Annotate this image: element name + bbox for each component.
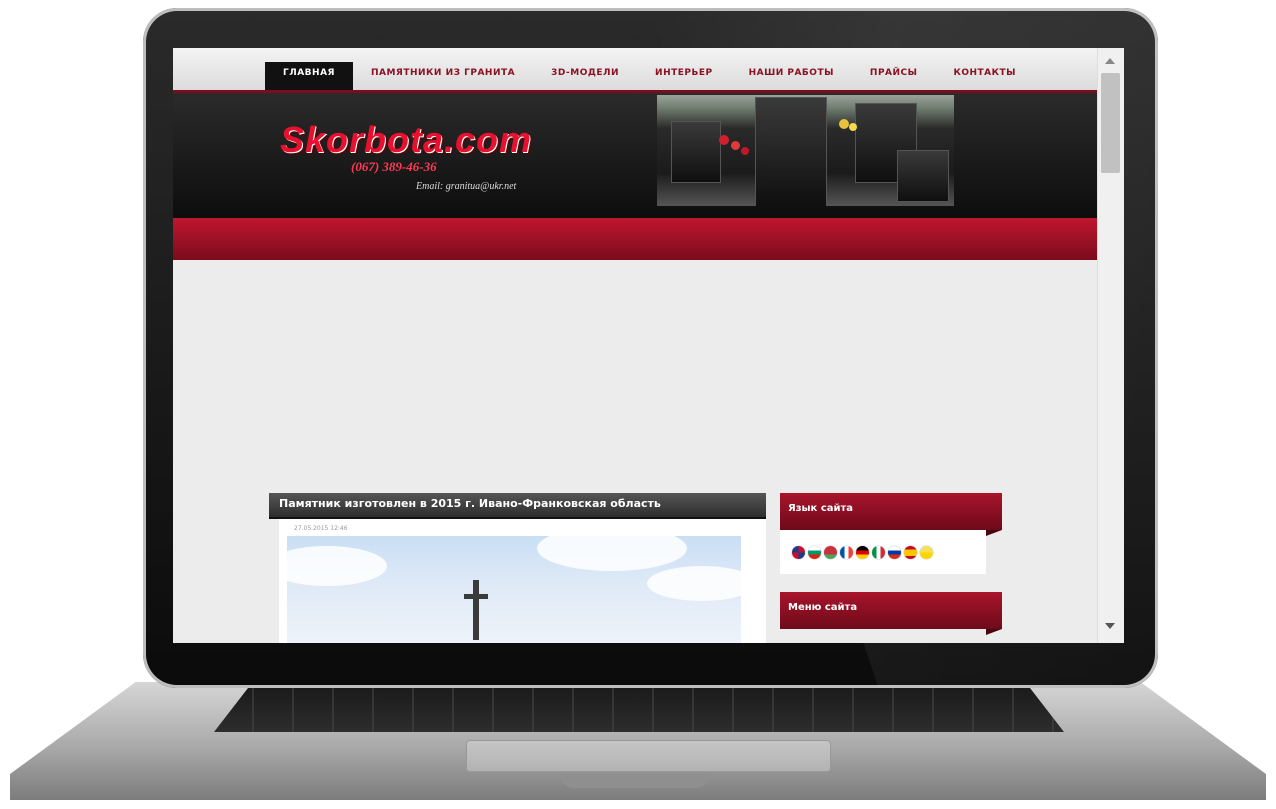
nav-item-prices[interactable]: ПРАЙСЫ [852,62,936,90]
nav-item-granite-monuments[interactable]: ПАМЯТНИКИ ИЗ ГРАНИТА [353,62,533,90]
red-band [173,218,1098,260]
de-flag-icon[interactable] [856,546,869,559]
laptop-keyboard [214,688,1064,732]
header-phone: (067) 389-46-36 [351,159,437,174]
it-flag-icon[interactable] [872,546,885,559]
ua-flag-icon[interactable] [920,546,933,559]
site-menu-widget-title: Меню сайта [780,592,1002,635]
laptop-screen: ГЛАВНАЯ ПАМЯТНИКИ ИЗ ГРАНИТА 3D-МОДЕЛИ И… [173,48,1124,643]
web-page: ГЛАВНАЯ ПАМЯТНИКИ ИЗ ГРАНИТА 3D-МОДЕЛИ И… [173,48,1098,643]
site-header: Skorbota.com (067) 389-46-36 Email: gran… [173,93,1098,218]
language-widget-title: Язык сайта [780,493,1002,536]
bg-flag-icon[interactable] [808,546,821,559]
article-body [279,536,766,643]
scrollbar-thumb[interactable] [1101,73,1120,173]
main-content: Памятник изготовлен в 2015 г. Ивано-Фран… [269,493,766,643]
es-flag-icon[interactable] [904,546,917,559]
sidebar: Язык сайта Меню сайта [780,493,1002,635]
language-flags [792,546,933,559]
laptop-notch [560,774,710,788]
article-image[interactable] [287,536,741,643]
nav-item-home[interactable]: ГЛАВНАЯ [265,62,353,90]
top-nav-bar: ГЛАВНАЯ ПАМЯТНИКИ ИЗ ГРАНИТА 3D-МОДЕЛИ И… [173,48,1098,93]
vertical-scrollbar[interactable] [1097,48,1124,643]
header-email: Email: granitua@ukr.net [416,181,517,192]
header-monument-photo [657,95,954,206]
language-widget [780,530,986,574]
scroll-up-icon[interactable] [1105,58,1115,64]
laptop-trackpad [466,740,831,772]
nav-item-interior[interactable]: ИНТЕРЬЕР [637,62,731,90]
fr-flag-icon[interactable] [840,546,853,559]
article-title[interactable]: Памятник изготовлен в 2015 г. Ивано-Фран… [269,493,766,519]
nav-item-contacts[interactable]: КОНТАКТЫ [935,62,1033,90]
gb-flag-icon[interactable] [792,546,805,559]
cross-shape [473,580,479,640]
nav-item-3d-models[interactable]: 3D-МОДЕЛИ [533,62,637,90]
main-menu: ГЛАВНАЯ ПАМЯТНИКИ ИЗ ГРАНИТА 3D-МОДЕЛИ И… [265,62,1034,90]
scroll-down-icon[interactable] [1105,623,1115,629]
article-date: 27.05.2015 12:46 [279,519,766,536]
ru-flag-icon[interactable] [888,546,901,559]
by-flag-icon[interactable] [824,546,837,559]
nav-item-our-works[interactable]: НАШИ РАБОТЫ [731,62,852,90]
site-logo[interactable]: Skorbota.com [280,119,532,161]
